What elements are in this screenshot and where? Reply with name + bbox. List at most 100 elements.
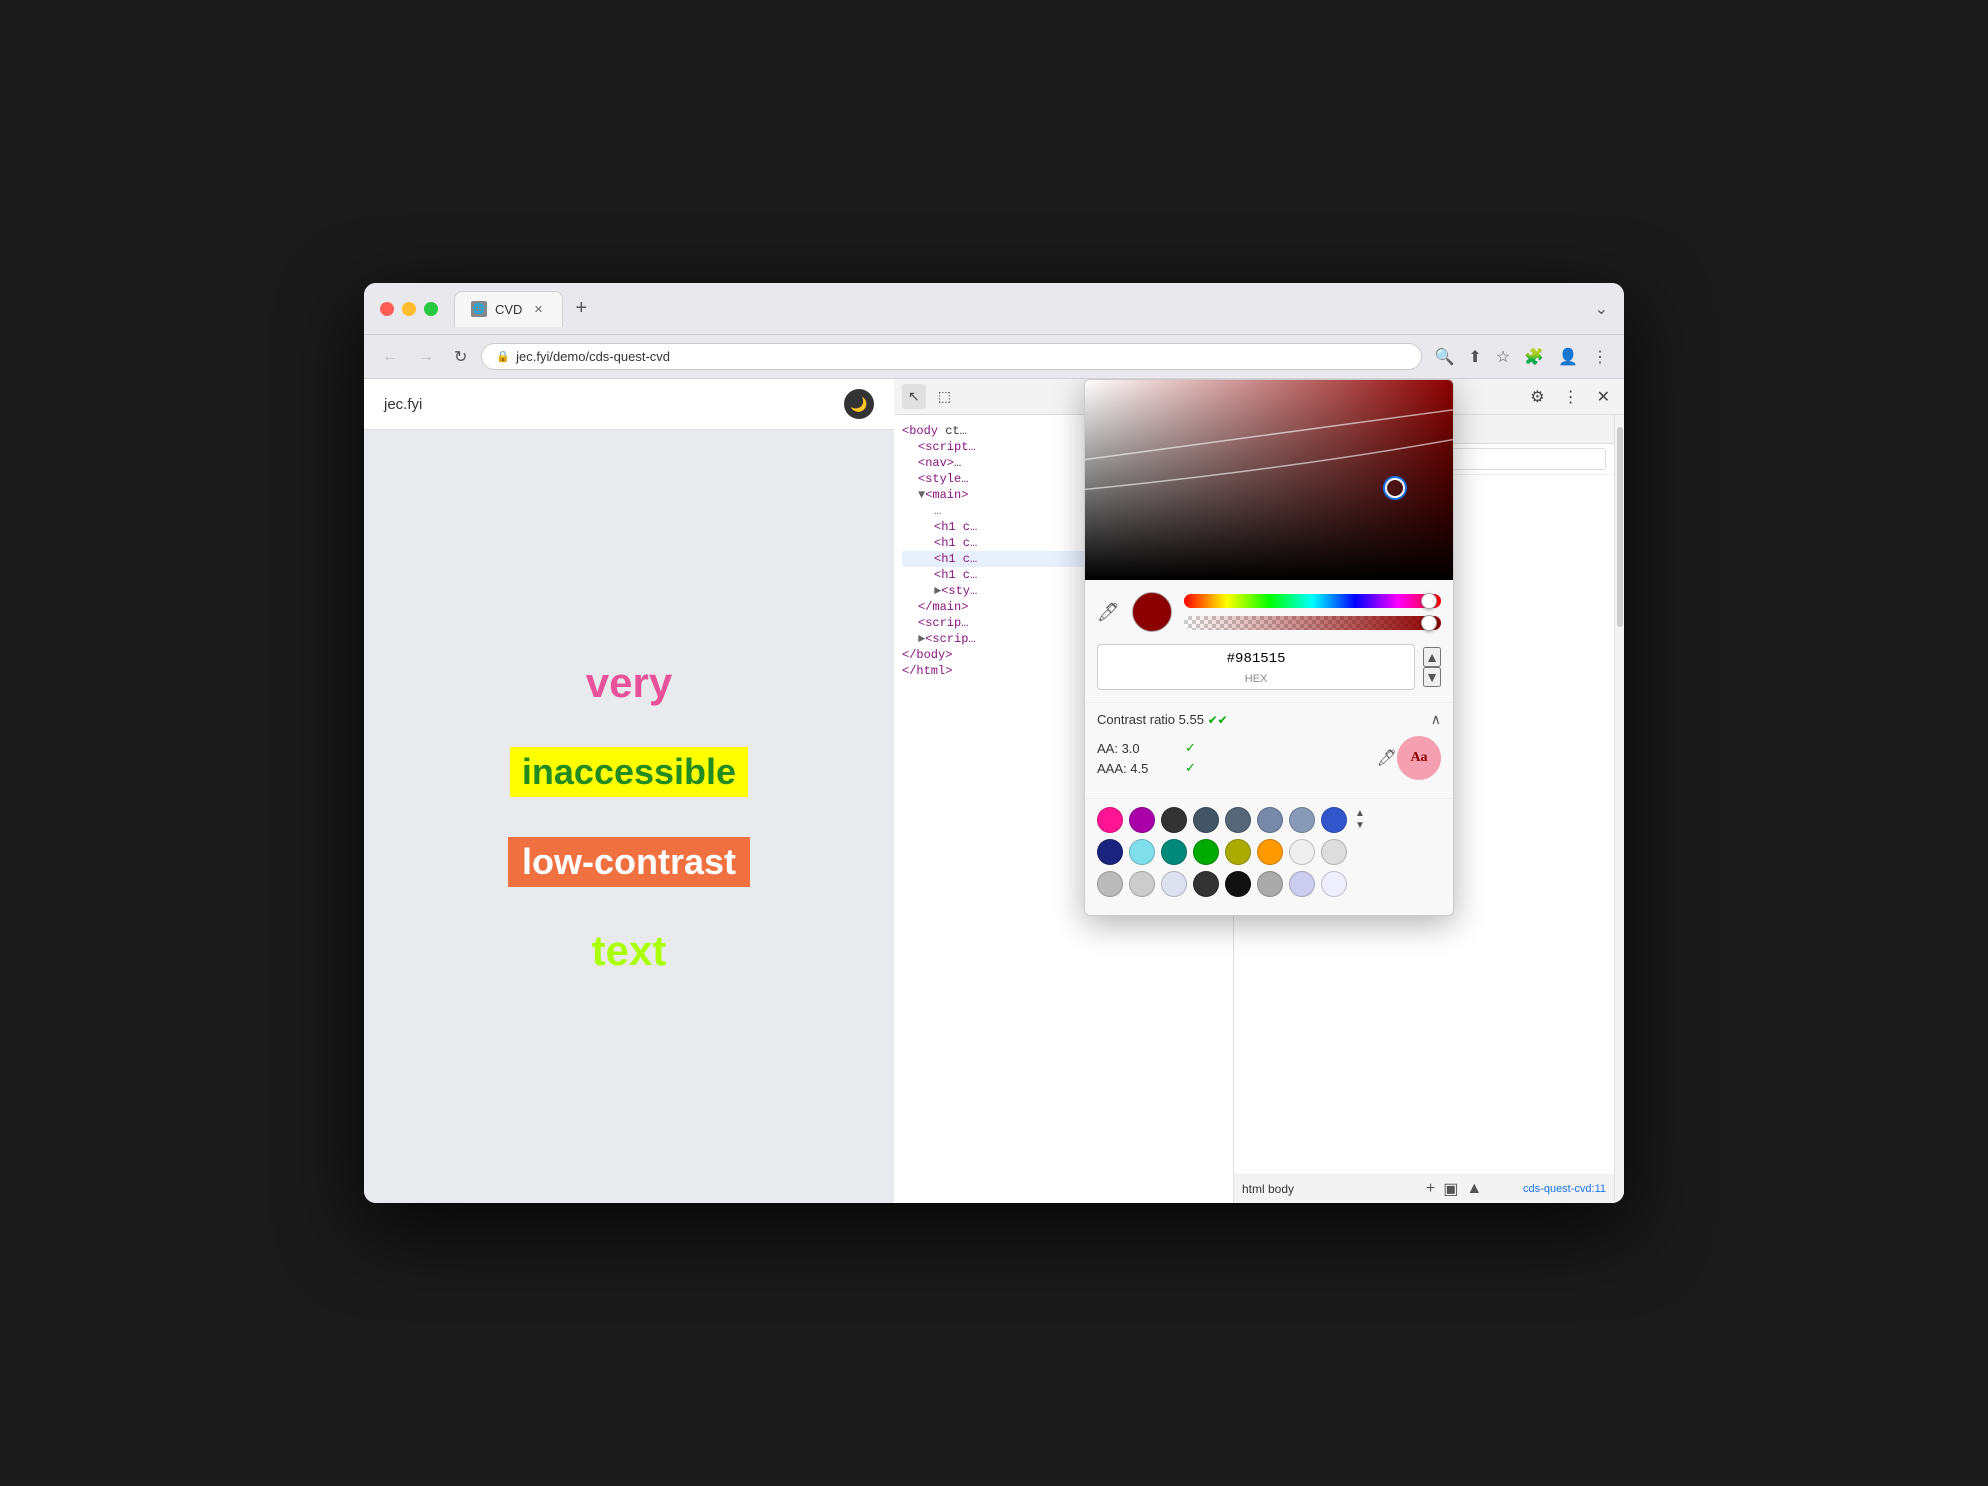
new-tab-button[interactable]: +: [563, 293, 599, 324]
cp-swatch-teal[interactable]: [1161, 839, 1187, 865]
devtools-scrollbar[interactable]: [1614, 415, 1624, 1203]
cp-swatch-blue[interactable]: [1321, 807, 1347, 833]
cp-contrast-toggle[interactable]: ∧: [1431, 711, 1441, 728]
cp-aaa-label: AAA: 4.5: [1097, 761, 1177, 776]
cp-swatch-dark3[interactable]: [1225, 807, 1251, 833]
cp-contrast-header: Contrast ratio 5.55 ✔✔ ∧: [1097, 703, 1441, 736]
devtools-more-btn[interactable]: ⋮: [1557, 383, 1585, 411]
cp-wcag-rows: AA: 3.0 ✓ AAA: 4.5 ✓: [1097, 738, 1377, 778]
close-window-button[interactable]: [380, 302, 394, 316]
devtools-close-btn[interactable]: ✕: [1591, 383, 1616, 411]
forward-button[interactable]: →: [412, 344, 440, 370]
cp-aa-check: ✓: [1185, 740, 1196, 756]
back-button[interactable]: ←: [376, 344, 404, 370]
extension-icon-btn[interactable]: 🧩: [1520, 343, 1548, 371]
dark-mode-button[interactable]: 🌙: [844, 389, 874, 419]
address-bar: ← → ↻ 🔒 jec.fyi/demo/cds-quest-cvd 🔍 ⬆ ☆…: [364, 335, 1624, 379]
cp-swatch-dark5[interactable]: [1289, 807, 1315, 833]
tab-bar: 🌐 CVD ✕ + ⌄: [454, 291, 1608, 327]
source-ref: cds-quest-cvd:11: [1490, 1183, 1606, 1195]
cp-swatch-lightblue[interactable]: [1129, 839, 1155, 865]
cp-swatch-black1[interactable]: [1193, 871, 1219, 897]
tab-title: CVD: [495, 302, 522, 317]
tab-close-button[interactable]: ✕: [530, 301, 546, 317]
cp-color-preview-circle: [1132, 592, 1172, 632]
cp-swatches-down[interactable]: ▼: [1355, 821, 1365, 831]
cp-eyedropper-btn[interactable]: 🖊: [1097, 602, 1120, 623]
cp-swatch-green[interactable]: [1193, 839, 1219, 865]
cp-aa-label: AA: 3.0: [1097, 741, 1177, 756]
cp-colors-row-1: ▲ ▼: [1097, 807, 1441, 833]
word-very: very: [586, 659, 672, 707]
cp-contrast-section: Contrast ratio 5.55 ✔✔ ∧ AA: 3.0 ✓ AAA: …: [1085, 702, 1453, 798]
up-btn[interactable]: ▲: [1466, 1180, 1482, 1198]
cp-swatch-navy[interactable]: [1097, 839, 1123, 865]
traffic-lights: [380, 302, 438, 316]
cp-swatch-lightgray1[interactable]: [1289, 839, 1315, 865]
more-icon-btn[interactable]: ⋮: [1588, 343, 1612, 371]
address-input-container[interactable]: 🔒 jec.fyi/demo/cds-quest-cvd: [481, 343, 1422, 370]
color-picker-cursor[interactable]: [1385, 478, 1405, 498]
cp-opacity-slider[interactable]: [1184, 616, 1441, 630]
devtools-settings-btn[interactable]: ⚙: [1524, 383, 1550, 411]
cp-wcag-rows-wrap: AA: 3.0 ✓ AAA: 4.5 ✓ 🖊 Aa: [1097, 736, 1441, 788]
cp-aa-preview: Aa: [1397, 736, 1441, 780]
cp-hex-down[interactable]: ▼: [1423, 667, 1441, 687]
cp-colors-row-2: [1097, 839, 1441, 865]
profile-icon-btn[interactable]: 👤: [1554, 343, 1582, 371]
cp-swatch-gray1[interactable]: [1097, 871, 1123, 897]
new-style-rule-btn[interactable]: +: [1426, 1180, 1435, 1198]
cp-contrast-eyedropper[interactable]: 🖊: [1377, 748, 1397, 768]
cp-swatch-midgray[interactable]: [1257, 871, 1283, 897]
devtools-panel: ↖ ⬚ ⚙ ⋮ ✕: [894, 379, 1624, 1203]
minimize-window-button[interactable]: [402, 302, 416, 316]
cp-contrast-label: Contrast ratio 5.55 ✔✔: [1097, 712, 1228, 727]
page-content: jec.fyi 🌙 very inaccessible low-contrast…: [364, 379, 894, 1203]
cp-swatch-dark4[interactable]: [1257, 807, 1283, 833]
url-text: jec.fyi/demo/cds-quest-cvd: [516, 349, 670, 364]
cp-swatch-gray2[interactable]: [1129, 871, 1155, 897]
cp-hex-input-wrap: HEX: [1097, 644, 1415, 690]
browser-tab-cvd[interactable]: 🌐 CVD ✕: [454, 291, 563, 327]
search-icon-btn[interactable]: 🔍: [1430, 343, 1458, 371]
cp-swatch-purple[interactable]: [1129, 807, 1155, 833]
cp-swatch-gray3[interactable]: [1161, 871, 1187, 897]
reload-button[interactable]: ↻: [448, 343, 473, 371]
cp-swatch-dark2[interactable]: [1193, 807, 1219, 833]
bookmark-icon-btn[interactable]: ☆: [1492, 343, 1514, 371]
browser-content: jec.fyi 🌙 very inaccessible low-contrast…: [364, 379, 1624, 1203]
cp-hex-up[interactable]: ▲: [1423, 647, 1441, 667]
cp-hue-slider[interactable]: [1184, 594, 1441, 608]
cp-swatch-olive[interactable]: [1225, 839, 1251, 865]
word-text: text: [592, 927, 667, 975]
cp-swatches-scroll: ▲ ▼: [1355, 809, 1365, 831]
cp-hex-input[interactable]: [1098, 645, 1414, 673]
cp-swatch-lightgray2[interactable]: [1321, 839, 1347, 865]
cp-swatch-orange[interactable]: [1257, 839, 1283, 865]
tab-expand-icon: ⌄: [1595, 299, 1608, 319]
tab-favicon: 🌐: [471, 301, 487, 317]
inspect-style-btn[interactable]: ▣: [1443, 1179, 1458, 1199]
color-picker-popup: 🖊 H: [1084, 379, 1454, 916]
cp-aaa-check: ✓: [1185, 760, 1196, 776]
devtools-layout-btn[interactable]: ⬚: [932, 384, 957, 409]
cp-swatch-lavender[interactable]: [1289, 871, 1315, 897]
cp-swatches-up[interactable]: ▲: [1355, 809, 1365, 819]
scrollbar-thumb[interactable]: [1617, 427, 1623, 627]
hue-thumb[interactable]: [1421, 593, 1437, 609]
cp-controls: 🖊: [1085, 580, 1453, 644]
share-icon-btn[interactable]: ⬆: [1464, 343, 1485, 371]
cp-swatch-pink[interactable]: [1097, 807, 1123, 833]
cp-sliders: [1184, 594, 1441, 630]
devtools-cursor-btn[interactable]: ↖: [902, 384, 926, 409]
opacity-thumb[interactable]: [1421, 615, 1437, 631]
word-lowcontrast: low-contrast: [508, 837, 750, 887]
cp-swatch-dark1[interactable]: [1161, 807, 1187, 833]
maximize-window-button[interactable]: [424, 302, 438, 316]
cp-swatch-black2[interactable]: [1225, 871, 1251, 897]
site-name: jec.fyi: [384, 396, 422, 413]
color-gradient-area[interactable]: [1085, 380, 1453, 580]
cp-colors-row-3: [1097, 871, 1441, 897]
cp-swatch-palelav[interactable]: [1321, 871, 1347, 897]
cp-contrast-checks: ✔✔: [1208, 713, 1228, 727]
